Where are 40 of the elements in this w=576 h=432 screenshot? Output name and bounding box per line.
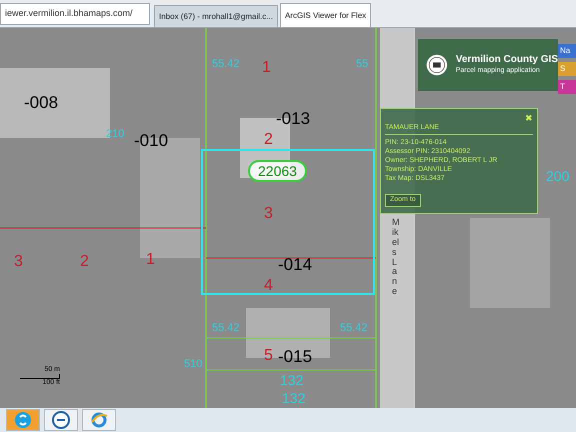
circle-logo-icon	[51, 410, 71, 430]
lot-number: 1	[262, 58, 271, 78]
lot-number: 2	[264, 130, 273, 150]
dimension-label: 55.42	[212, 58, 240, 70]
taskbar-button[interactable]	[6, 409, 40, 431]
taskbar-button[interactable]	[82, 409, 116, 431]
dimension-label: 132	[280, 371, 304, 390]
dimension-label: 132	[282, 389, 306, 408]
parcel-number: -015	[278, 346, 312, 368]
street-label: Mikels Lane	[392, 218, 400, 298]
address-bar[interactable]: iewer.vermilion.il.bhamaps.com/	[0, 3, 150, 25]
chat-s-icon	[13, 410, 33, 430]
lot-number: 2	[80, 252, 89, 272]
lot-number: 5	[264, 346, 273, 366]
browser-tab[interactable]: ArcGIS Viewer for Flex	[280, 3, 372, 27]
lot-number: 3	[14, 252, 23, 272]
app-title: Vermilion County GIS	[456, 54, 558, 66]
parcel-tag: 22063	[248, 160, 307, 182]
parcel-number: -013	[276, 108, 310, 130]
lot-number: 3	[264, 204, 273, 224]
dimension-label: 55.42	[340, 322, 368, 334]
address-text: iewer.vermilion.il.bhamaps.com/	[5, 7, 133, 20]
parcel-number: -010	[134, 130, 168, 152]
dimension-label: 210	[106, 128, 124, 140]
parcel-number: -014	[278, 254, 312, 276]
lot-number: 4	[264, 276, 273, 296]
scale-bar	[20, 374, 60, 379]
side-button[interactable]: T	[558, 80, 576, 94]
close-button[interactable]: ✖	[525, 113, 533, 123]
e-browser-icon	[89, 410, 109, 430]
aerial-map[interactable]	[0, 28, 576, 408]
dimension-label: 55.42	[212, 322, 240, 334]
taskbar-button[interactable]	[44, 409, 78, 431]
side-button[interactable]: Na	[558, 44, 576, 58]
parcel-number: -008	[24, 92, 58, 114]
dimension-label: 510	[184, 358, 202, 370]
dimension-label: 55	[356, 58, 368, 70]
lot-number: 1	[146, 250, 155, 270]
dimension-label: 200	[546, 167, 570, 186]
browser-tab[interactable]: Inbox (67) - mrohall1@gmail.c...	[154, 5, 278, 27]
